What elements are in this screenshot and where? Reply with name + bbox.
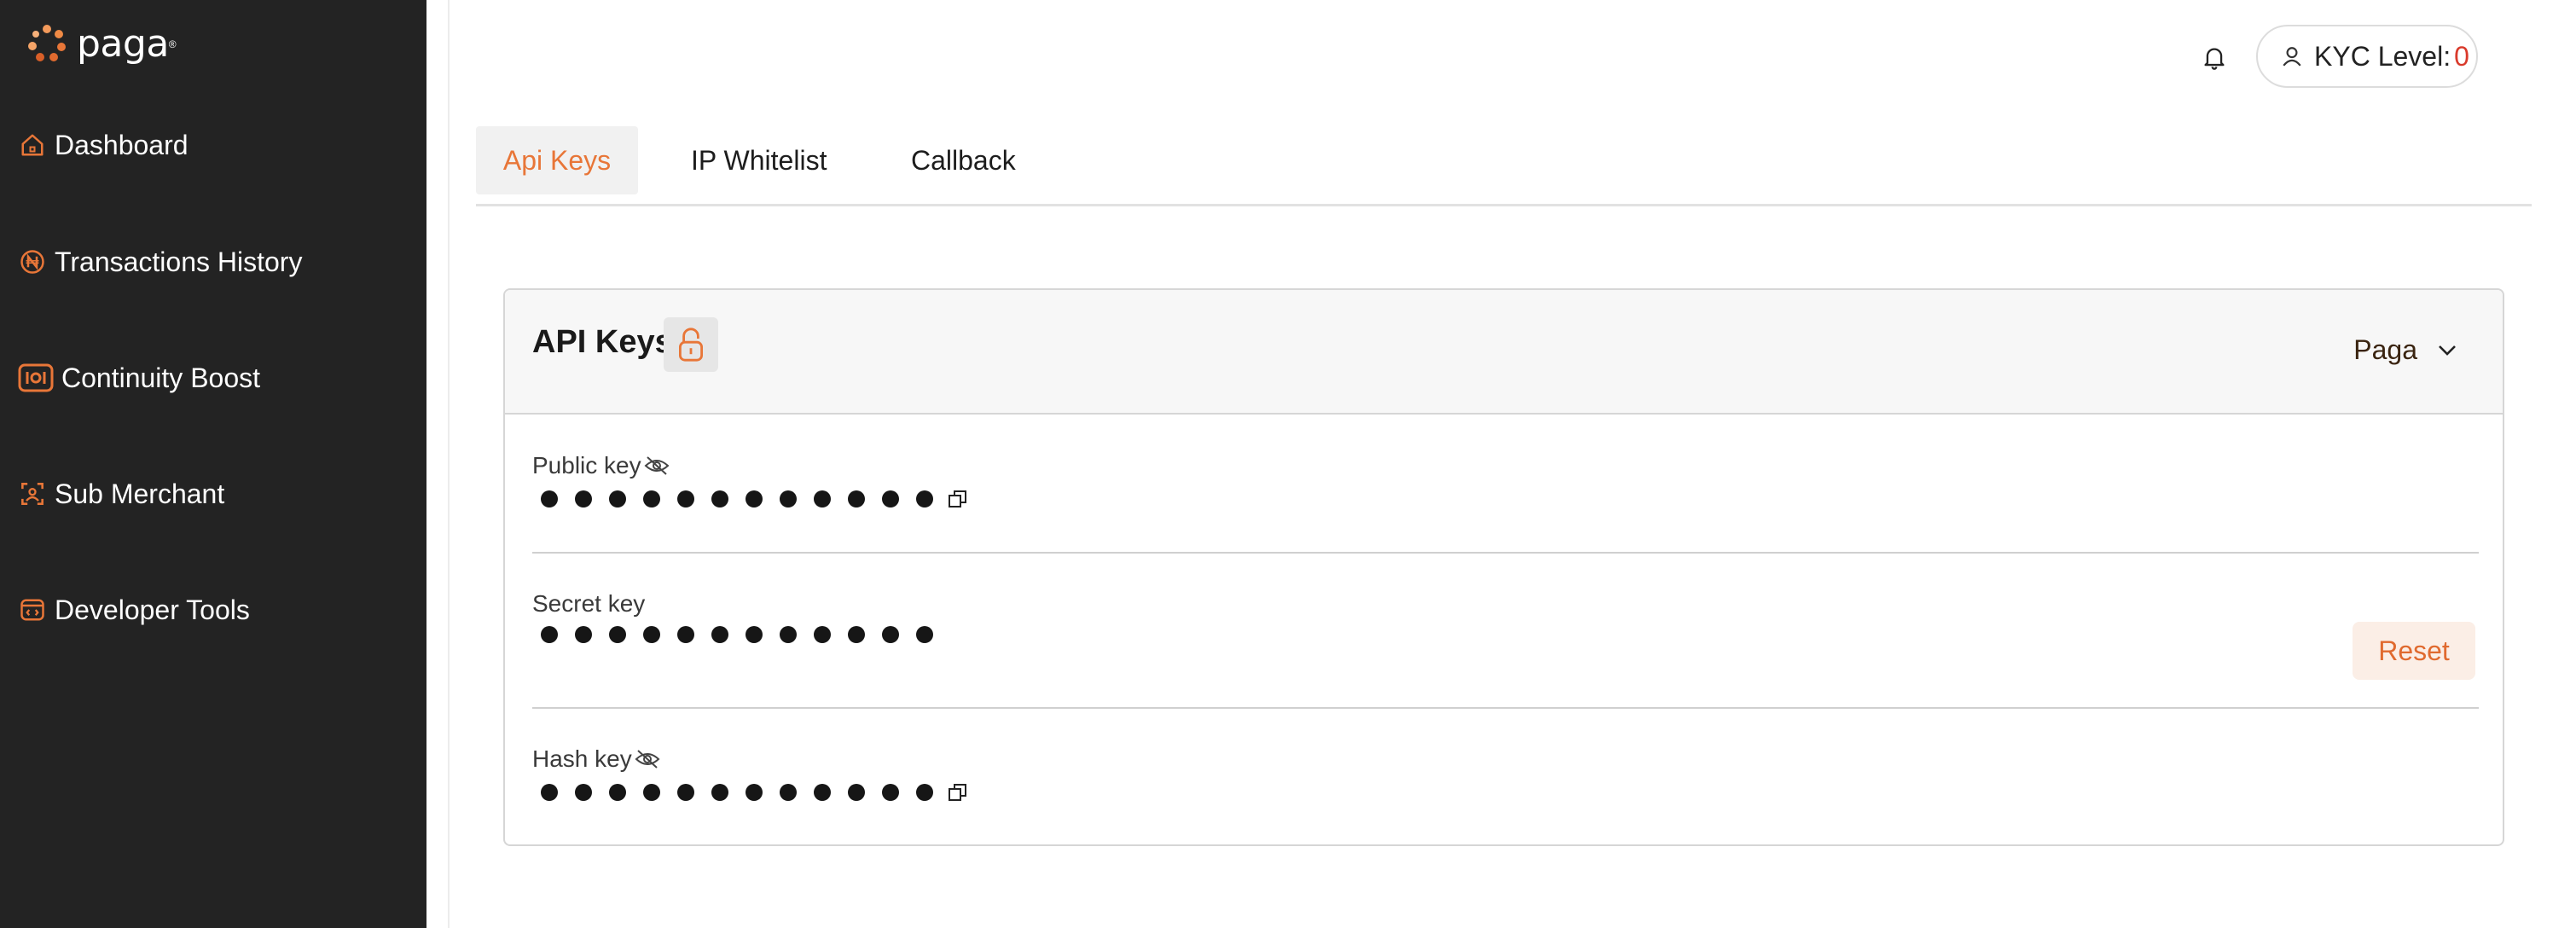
naira-coin-icon <box>17 246 48 277</box>
hash-key-label: Hash key <box>532 745 632 772</box>
public-key-label: Public key <box>532 452 641 478</box>
public-key-masked-value <box>532 488 969 510</box>
card-title: API Keys <box>532 324 673 360</box>
tab-ip-whitelist[interactable]: IP Whitelist <box>691 126 827 194</box>
sidebar-item-continuity-boost[interactable]: Continuity Boost <box>17 352 260 403</box>
tab-callback[interactable]: Callback <box>911 126 1016 194</box>
card-header: API Keys Paga <box>505 290 2503 415</box>
row-divider <box>532 707 2479 709</box>
boost-icon <box>17 362 55 393</box>
secret-key-row: Secret key <box>532 590 2479 643</box>
kyc-label: KYC Level: <box>2314 40 2451 72</box>
reset-secret-key-button[interactable]: Reset <box>2353 622 2475 680</box>
sub-merchant-icon <box>17 478 48 509</box>
kyc-value: 0 <box>2454 40 2469 72</box>
registered-mark: ® <box>168 38 177 50</box>
notification-bell-icon[interactable] <box>2199 43 2230 73</box>
sidebar-item-sub-merchant[interactable]: Sub Merchant <box>17 468 224 519</box>
account-select-value: Paga <box>2353 334 2417 365</box>
sidebar: paga ® Dashboard Transactions History Con… <box>0 0 426 928</box>
secret-key-label: Secret key <box>532 590 646 617</box>
chevron-down-icon <box>2436 339 2458 362</box>
hash-key-row: Hash key <box>532 745 2479 801</box>
copy-icon[interactable] <box>947 781 969 803</box>
secret-key-masked-value <box>532 626 942 643</box>
sidebar-item-label: Transactions History <box>55 246 303 277</box>
sidebar-item-developer-tools[interactable]: Developer Tools <box>17 584 250 635</box>
sidebar-item-label: Sub Merchant <box>55 478 225 509</box>
paga-logo-icon <box>28 24 66 61</box>
eye-off-icon[interactable] <box>634 747 661 771</box>
user-icon <box>2278 43 2306 70</box>
lock-icon <box>664 317 718 372</box>
developer-tools-icon <box>17 594 48 625</box>
copy-icon[interactable] <box>947 488 969 510</box>
sidebar-item-label: Continuity Boost <box>61 362 261 393</box>
sidebar-item-dashboard[interactable]: Dashboard <box>17 119 189 171</box>
sidebar-item-label: Dashboard <box>55 129 189 160</box>
paga-logo[interactable]: paga ® <box>26 22 177 66</box>
sidebar-item-transactions-history[interactable]: Transactions History <box>17 236 302 287</box>
tab-api-keys[interactable]: Api Keys <box>476 126 638 194</box>
logo-text: paga <box>77 22 169 66</box>
hash-key-masked-value <box>532 781 969 803</box>
content-divider <box>448 0 450 928</box>
account-select[interactable]: Paga <box>2353 334 2458 366</box>
kyc-level-badge[interactable]: KYC Level: 0 <box>2256 25 2478 88</box>
api-keys-card: API Keys Paga Public key Secret key Rese… <box>503 288 2504 846</box>
settings-tabs: Api Keys IP Whitelist Callback <box>476 126 2532 206</box>
sidebar-item-label: Developer Tools <box>55 594 250 625</box>
row-divider <box>532 552 2479 554</box>
eye-off-icon[interactable] <box>643 454 670 478</box>
home-icon <box>17 130 48 160</box>
public-key-row: Public key <box>532 452 2479 508</box>
